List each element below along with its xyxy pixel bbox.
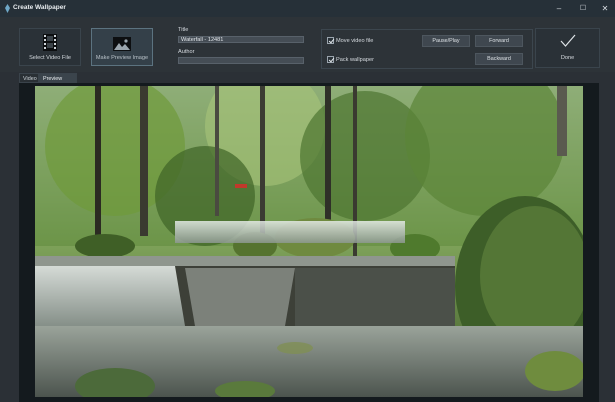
preview-image	[35, 86, 583, 397]
title-bar: Create Wallpaper – ☐ ✕	[0, 0, 615, 18]
window-title: Create Wallpaper	[13, 4, 66, 11]
minimize-button[interactable]: –	[548, 0, 570, 17]
pause-play-button[interactable]: Pause/Play	[422, 35, 470, 47]
select-video-label: Select Video File	[29, 55, 71, 61]
done-button[interactable]: Done	[535, 28, 600, 68]
maximize-button[interactable]: ☐	[572, 0, 594, 17]
backward-button[interactable]: Backward	[475, 53, 523, 65]
title-label: Title	[178, 27, 189, 33]
film-icon	[43, 34, 57, 51]
forward-button[interactable]: Forward	[475, 35, 523, 47]
preview-panel	[19, 83, 599, 402]
close-button[interactable]: ✕	[594, 0, 615, 17]
title-input[interactable]: Waterfall - 12481	[178, 36, 304, 43]
app-icon	[5, 4, 10, 13]
make-preview-button[interactable]: Make Preview Image	[91, 28, 153, 66]
options-group: Move video file Pack wallpaper Pause/Pla…	[321, 29, 533, 69]
image-icon	[113, 37, 131, 51]
author-input[interactable]	[178, 57, 304, 64]
pack-wallpaper-checkbox[interactable]	[327, 56, 334, 63]
author-label: Author	[178, 49, 195, 55]
tab-video[interactable]: Video	[19, 73, 39, 83]
make-preview-label: Make Preview Image	[95, 55, 149, 61]
waterfall-photo	[35, 86, 583, 397]
pack-wallpaper-label: Pack wallpaper	[336, 57, 374, 63]
move-video-label: Move video file	[336, 38, 374, 44]
select-video-button[interactable]: Select Video File	[19, 28, 81, 66]
done-label: Done	[560, 55, 575, 61]
tab-preview-image[interactable]: Preview Image	[39, 73, 77, 92]
checkmark-icon	[560, 34, 576, 47]
move-video-checkbox[interactable]	[327, 37, 334, 44]
